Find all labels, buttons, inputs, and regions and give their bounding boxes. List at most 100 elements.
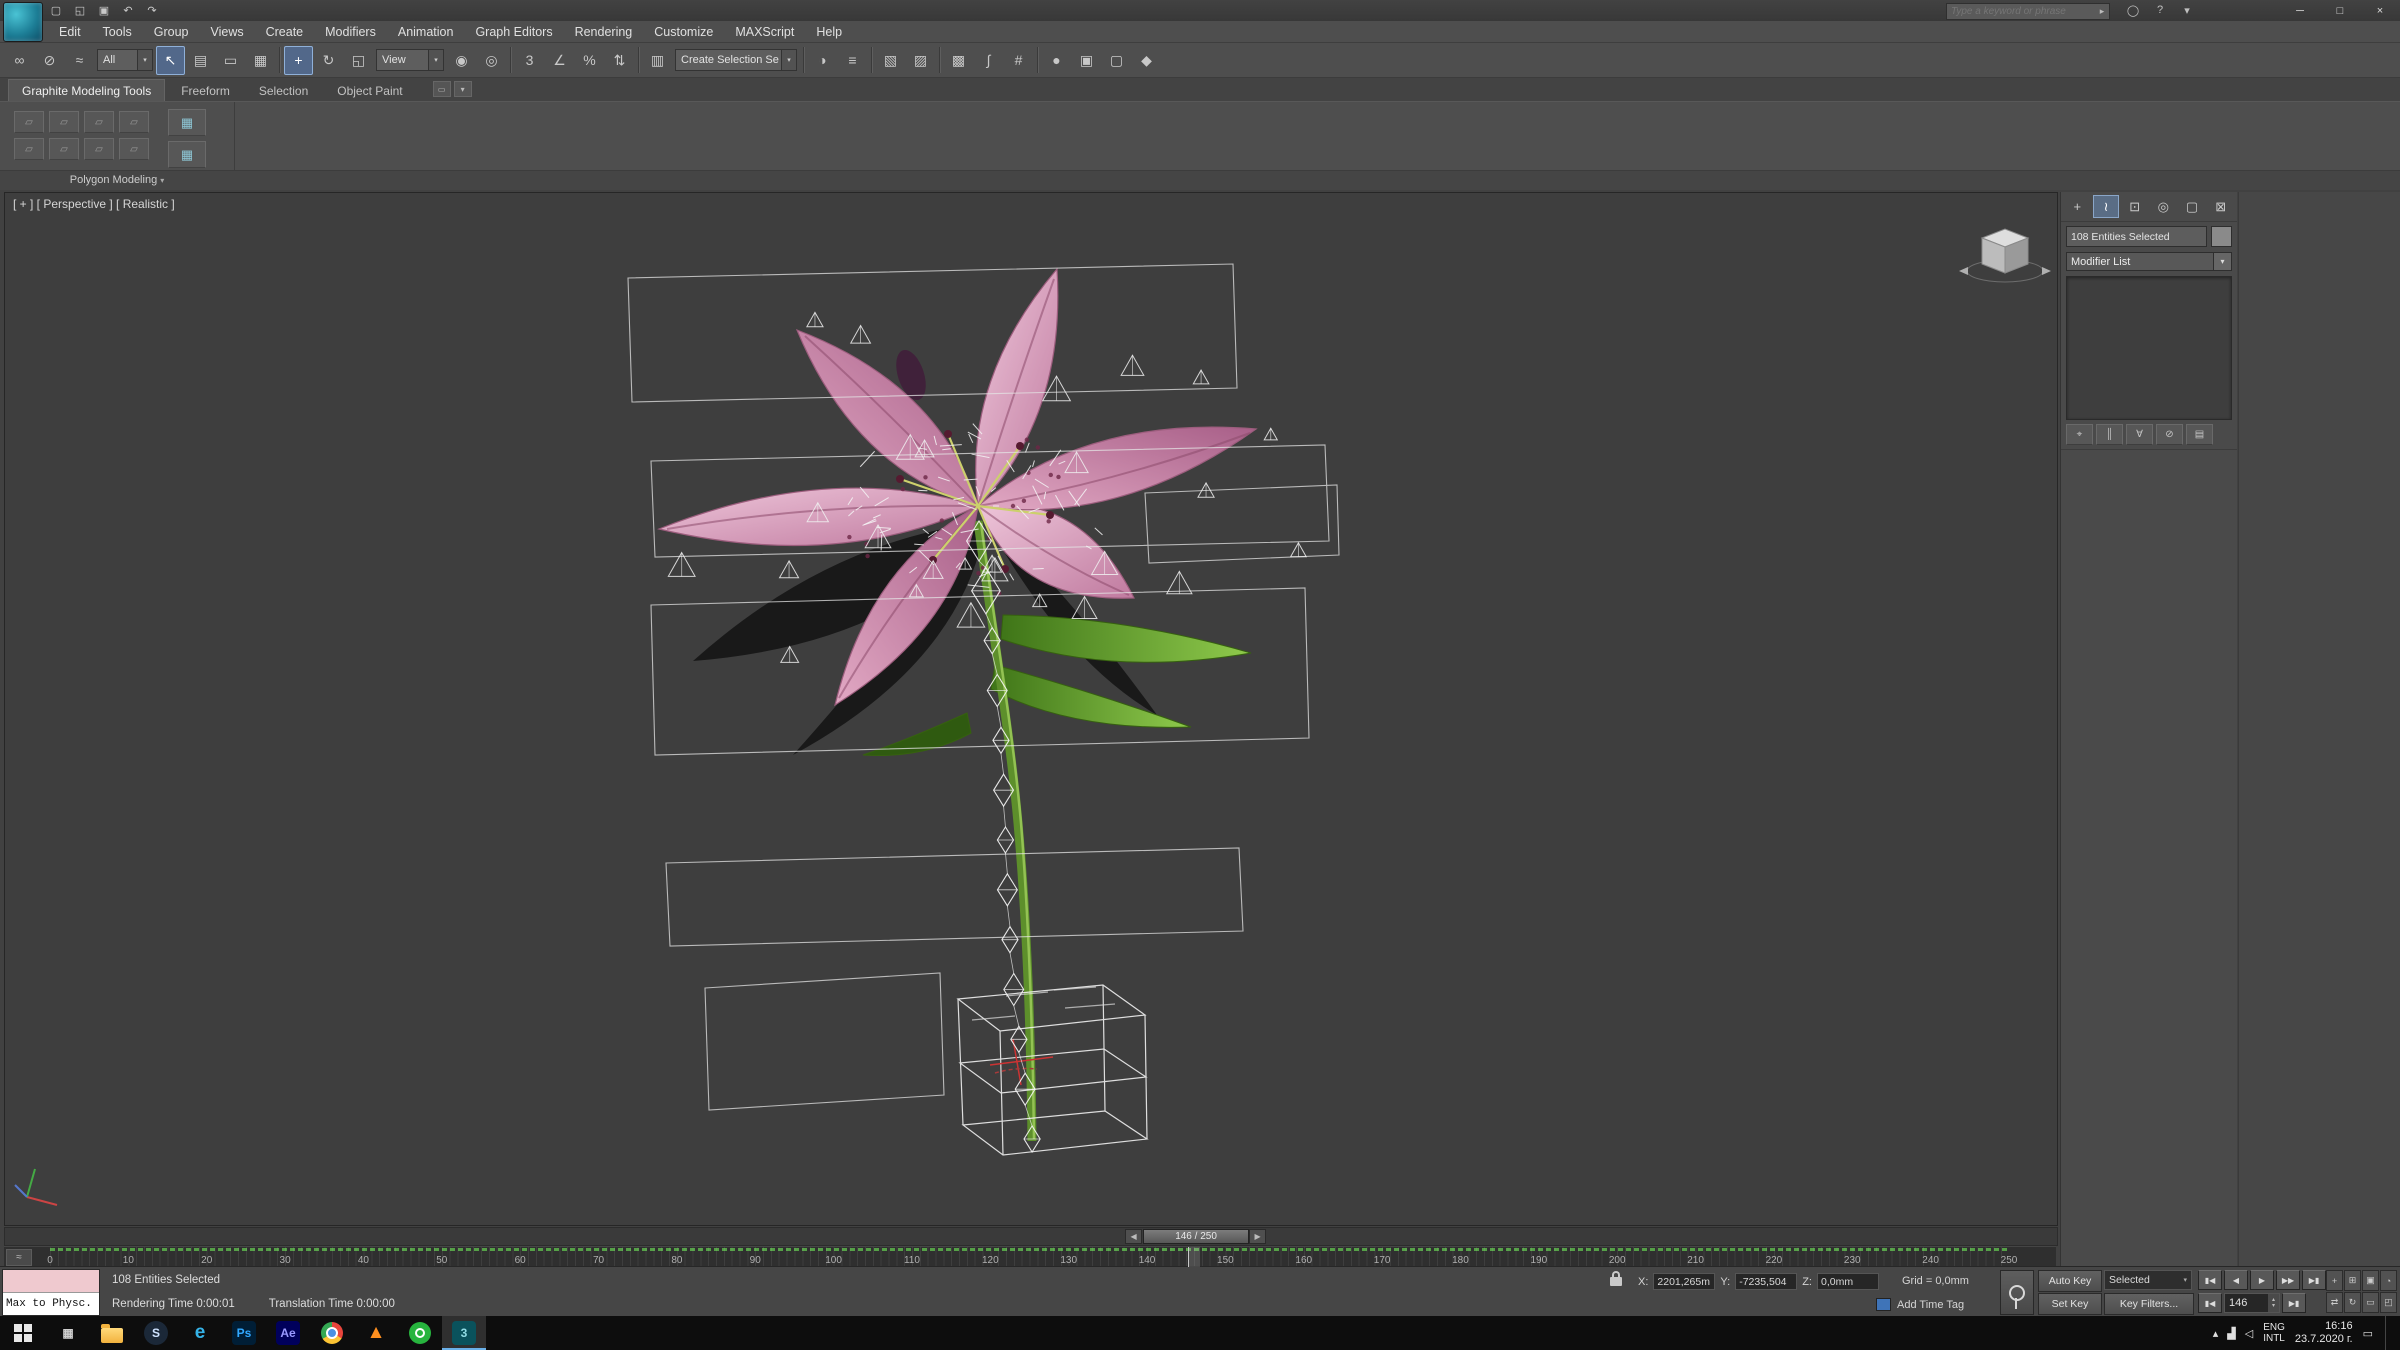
key-filters-button[interactable]: Key Filters... [2104, 1293, 2194, 1315]
key-mode-dropdown[interactable]: Selected ▾ [2104, 1270, 2192, 1290]
frame-spinner[interactable]: ▴ ▾ [2268, 1294, 2279, 1312]
start-button[interactable] [0, 1316, 46, 1350]
edit-named-selection-sets-button[interactable]: ▥ [643, 46, 672, 75]
polygon-modeling-tool-2[interactable]: ▦ [168, 141, 206, 168]
search-input[interactable] [1947, 6, 2095, 17]
action-center-icon[interactable]: ▭ [2363, 1327, 2373, 1340]
select-and-link-button[interactable]: ∞ [5, 46, 34, 75]
menu-rendering[interactable]: Rendering [564, 21, 644, 42]
minimize-ribbon-icon[interactable]: ▾ [453, 81, 472, 97]
select-and-scale-button[interactable]: ◱ [344, 46, 373, 75]
maximize-button[interactable]: □ [2320, 0, 2360, 21]
polygon-modeling-button-5[interactable]: ▱ [14, 138, 44, 160]
search-icon[interactable]: ▸ [2095, 6, 2109, 17]
polygon-modeling-button-8[interactable]: ▱ [119, 138, 149, 160]
toggle-scene-explorer-button[interactable]: ▧ [876, 46, 905, 75]
microsoft-edge-taskbar-button[interactable]: e [178, 1316, 222, 1350]
ribbon-tab-freeform[interactable]: Freeform [168, 80, 243, 101]
mirror-button[interactable]: ◑ [808, 46, 837, 75]
percent-snap-toggle-button[interactable]: % [575, 46, 604, 75]
menu-create[interactable]: Create [255, 21, 315, 42]
menu-help[interactable]: Help [805, 21, 853, 42]
command-panel-tab-modify[interactable]: ≀ [2092, 195, 2120, 218]
use-pivot-point-center-button[interactable]: ◉ [447, 46, 476, 75]
ribbon-tab-graphite-modeling-tools[interactable]: Graphite Modeling Tools [8, 79, 166, 101]
menu-modifiers[interactable]: Modifiers [314, 21, 387, 42]
menu-edit[interactable]: Edit [48, 21, 92, 42]
named-selection-sets-dropdown[interactable]: Create Selection Se ▾ [675, 49, 797, 71]
toggle-layer-explorer-button[interactable]: ▨ [906, 46, 935, 75]
show-desktop-button[interactable] [2385, 1316, 2392, 1350]
selection-region-button[interactable]: ▭ [216, 46, 245, 75]
select-and-rotate-button[interactable]: ↻ [314, 46, 343, 75]
workspace-icon[interactable]: ▾ [2178, 2, 2196, 18]
angle-snap-toggle-button[interactable]: ∠ [545, 46, 574, 75]
ribbon-tab-selection[interactable]: Selection [246, 80, 321, 101]
selection-lock-toggle[interactable] [1610, 1271, 1622, 1286]
modifier-list-dropdown[interactable]: Modifier List ▾ [2066, 252, 2232, 271]
after-effects-taskbar-button[interactable]: Ae [266, 1316, 310, 1350]
chevron-down-icon[interactable]: ▾ [137, 50, 152, 70]
menu-maxscript[interactable]: MAXScript [724, 21, 805, 42]
schematic-view-button[interactable]: # [1004, 46, 1033, 75]
unlink-selection-button[interactable]: ⊘ [35, 46, 64, 75]
chevron-down-icon[interactable]: ▾ [781, 50, 796, 70]
vlc-taskbar-button[interactable]: ▲ [354, 1316, 398, 1350]
search-box[interactable]: ▸ [1946, 3, 2110, 20]
3ds-max-taskbar-button[interactable]: 3 [442, 1316, 486, 1350]
next-frame-button[interactable]: ▶▶ [2276, 1270, 2300, 1290]
object-color-swatch[interactable] [2211, 226, 2232, 247]
align-button[interactable]: ≡ [838, 46, 867, 75]
auto-key-button[interactable]: Auto Key [2038, 1270, 2102, 1292]
chrome-taskbar-button[interactable] [310, 1316, 354, 1350]
save-file-icon[interactable]: ▣ [94, 2, 114, 19]
whatsapp-taskbar-button[interactable] [398, 1316, 442, 1350]
toggle-ribbon-button[interactable]: ▩ [944, 46, 973, 75]
set-keys-button[interactable] [2000, 1270, 2034, 1315]
command-panel-tab-create[interactable]: + [2064, 195, 2091, 218]
perspective-viewport[interactable]: [ + ] [ Perspective ] [ Realistic ] [4, 192, 2058, 1226]
viewcube[interactable] [1959, 228, 2051, 283]
listener-line[interactable]: Max to Physc. [3, 1293, 99, 1315]
polygon-modeling-button-1[interactable]: ▱ [14, 111, 44, 133]
previous-key-button[interactable]: ▮◀ [2198, 1293, 2222, 1313]
polygon-modeling-panel-label[interactable]: Polygon Modeling ▾ [0, 171, 234, 190]
rendered-frame-window-button[interactable]: ▢ [1102, 46, 1131, 75]
bind-to-space-warp-button[interactable]: ≈ [65, 46, 94, 75]
minimize-button[interactable]: ─ [2280, 0, 2320, 21]
render-production-button[interactable]: ◆ [1132, 46, 1161, 75]
open-file-icon[interactable]: ◱ [70, 2, 90, 19]
previous-frame-button[interactable]: ◀ [2224, 1270, 2248, 1290]
viewport-scene[interactable] [5, 193, 2057, 1225]
polygon-modeling-button-6[interactable]: ▱ [49, 138, 79, 160]
go-to-end-button[interactable]: ▶▮ [2302, 1270, 2326, 1290]
volume-icon[interactable]: ◁ [2245, 1327, 2253, 1340]
steam-taskbar-button[interactable]: S [134, 1316, 178, 1350]
material-editor-button[interactable]: ● [1042, 46, 1071, 75]
select-by-name-button[interactable]: ▤ [186, 46, 215, 75]
spinner-snap-toggle-button[interactable]: ⇅ [605, 46, 634, 75]
current-frame-marker[interactable] [1188, 1247, 1201, 1267]
polygon-modeling-button-2[interactable]: ▱ [49, 111, 79, 133]
undo-icon[interactable]: ↶ [118, 2, 138, 19]
pan-view-button[interactable]: ⇄ [2326, 1292, 2343, 1313]
command-panel-tab-display[interactable]: ▢ [2179, 195, 2206, 218]
snaps-toggle-3d-button[interactable]: 3 [515, 46, 544, 75]
chevron-down-icon[interactable]: ▾ [2214, 252, 2232, 271]
chevron-down-icon[interactable]: ▾ [428, 50, 443, 70]
configure-modifier-sets-button[interactable]: ▤ [2186, 424, 2213, 445]
time-slider-previous-icon[interactable]: ◀ [1125, 1229, 1143, 1244]
language-indicator[interactable]: ENG INTL [2263, 1322, 2285, 1344]
window-crossing-toggle-button[interactable]: ▦ [246, 46, 275, 75]
ribbon-config-icon[interactable]: ▭ [432, 81, 451, 97]
command-panel-tab-motion[interactable]: ◎ [2150, 195, 2177, 218]
track-bar[interactable]: ≈ 0 10 20 30 40 50 60 70 80 90 100 110 120 130 140 150 1… [4, 1246, 2056, 1267]
go-to-start-button[interactable]: ▮◀ [2198, 1270, 2222, 1290]
select-and-manipulate-button[interactable]: ◎ [477, 46, 506, 75]
field-of-view-button[interactable]: ◔ [2380, 1270, 2397, 1291]
spinner-down-icon[interactable]: ▾ [2272, 1303, 2275, 1309]
render-setup-button[interactable]: ▣ [1072, 46, 1101, 75]
zoom-button[interactable]: + [2326, 1270, 2343, 1291]
menu-graph-editors[interactable]: Graph Editors [464, 21, 563, 42]
maxscript-mini-listener[interactable]: Max to Physc. [2, 1269, 100, 1316]
